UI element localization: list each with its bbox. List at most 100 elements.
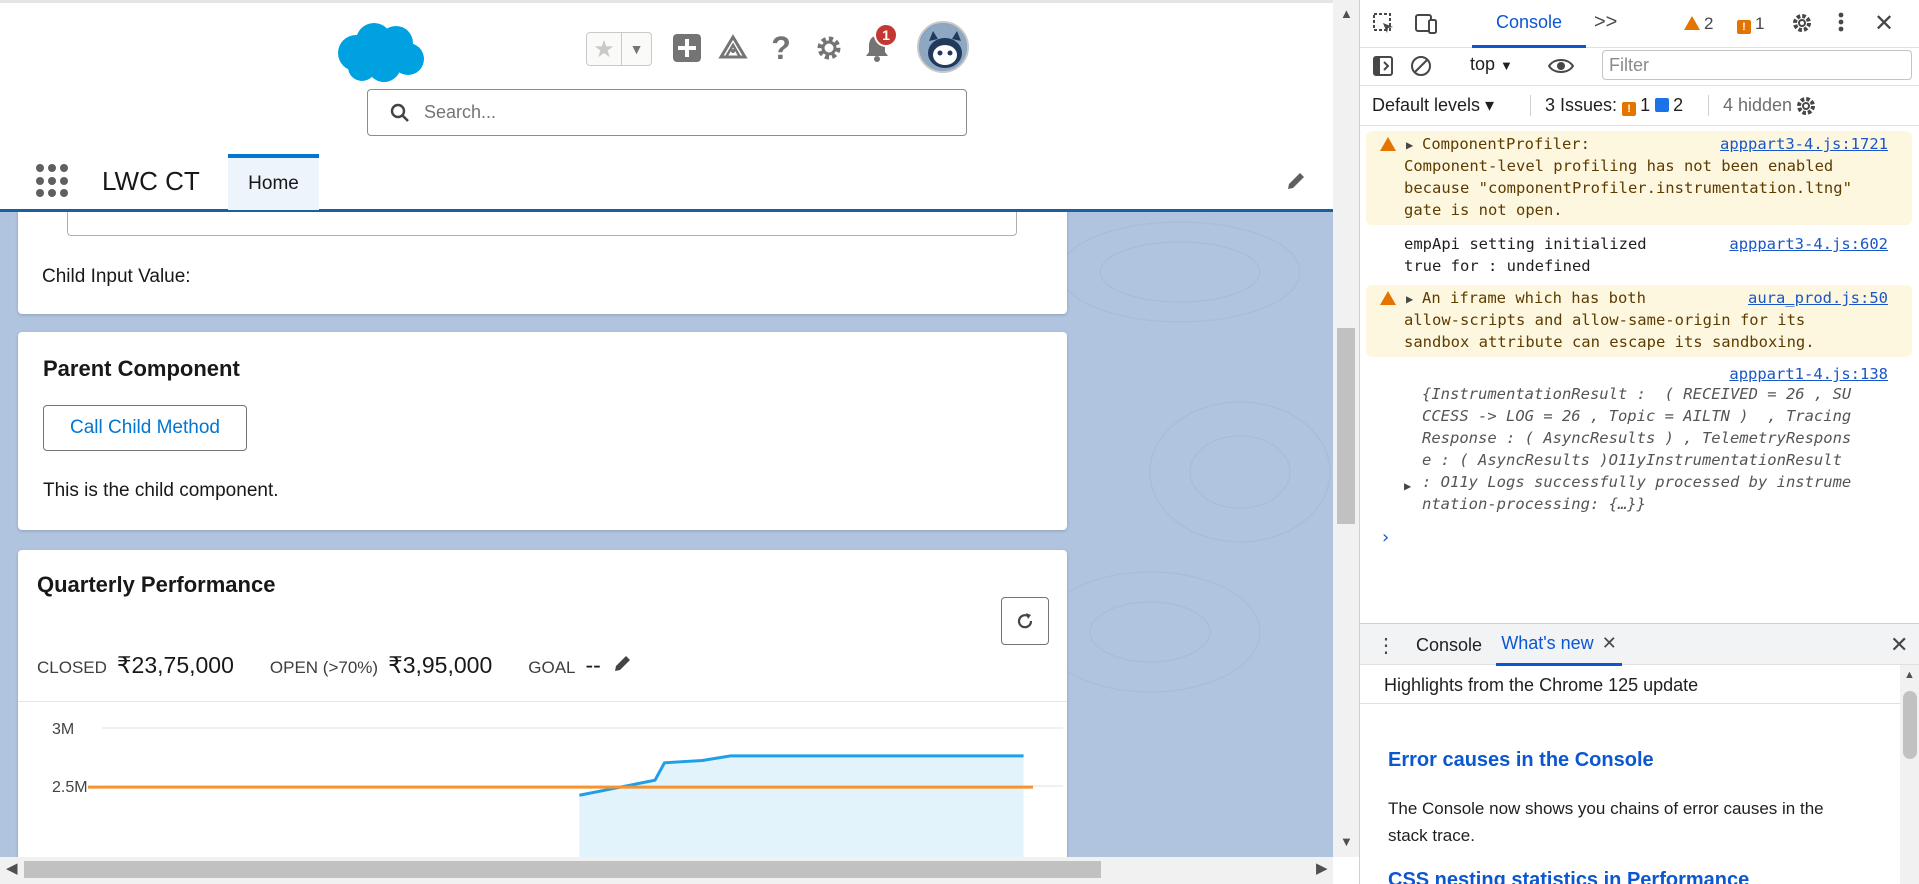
tab-home[interactable]: Home	[228, 154, 319, 210]
console-levels-bar: Default levels ▾ 3 Issues: ! 1 2 4 hidden	[1360, 86, 1919, 126]
user-avatar[interactable]	[917, 21, 969, 73]
parent-component-title: Parent Component	[43, 356, 240, 381]
favorites-control[interactable]: ★ ▼	[586, 32, 652, 66]
edit-nav-pencil-icon[interactable]	[1285, 170, 1307, 198]
vertical-scrollbar[interactable]: ▲ ▼	[1333, 0, 1359, 857]
console-message-log[interactable]: empApi setting initialized true for : un…	[1366, 231, 1912, 279]
global-search-input[interactable]: Search...	[367, 89, 967, 136]
console-source-link[interactable]: apppart3-4.js:1721	[1720, 133, 1888, 155]
warning-icon	[1380, 291, 1396, 305]
child-component-text: This is the child component.	[43, 480, 279, 501]
scroll-up-arrow-icon[interactable]: ▲	[1904, 669, 1915, 681]
expand-caret-icon[interactable]: ▶	[1404, 475, 1411, 497]
issue-count[interactable]: ! 1	[1737, 14, 1764, 34]
trailhead-icon[interactable]	[716, 31, 750, 65]
salesforce-logo[interactable]	[334, 19, 426, 85]
console-message-warning[interactable]: ▶ An iframe which has both allow-scripts…	[1366, 285, 1912, 357]
search-placeholder: Search...	[424, 102, 497, 122]
whats-new-heading-link[interactable]: Error causes in the Console	[1388, 749, 1654, 772]
devtools-tab-console[interactable]: Console	[1472, 0, 1586, 48]
warning-count[interactable]: 2	[1684, 14, 1713, 34]
child-input-field[interactable]	[67, 212, 1017, 236]
horizontal-scroll-thumb[interactable]	[24, 861, 1101, 878]
quarterly-performance-card: Quarterly Performance CLOSED ₹23,75,000 …	[18, 550, 1067, 857]
child-input-card: Child Input Value:	[18, 212, 1067, 314]
call-child-method-button[interactable]: Call Child Method	[43, 405, 247, 451]
warning-icon	[1380, 137, 1396, 151]
close-drawer-icon[interactable]: ✕	[1890, 632, 1908, 658]
performance-metrics: CLOSED ₹23,75,000 OPEN (>70%) ₹3,95,000 …	[37, 652, 633, 682]
child-input-value-label: Child Input Value:	[42, 266, 191, 287]
scroll-left-arrow-icon[interactable]: ◀	[6, 859, 18, 877]
page-body: Child Input Value: Parent Component Call…	[0, 212, 1333, 857]
console-prompt-icon[interactable]: ›	[1380, 527, 1391, 548]
parent-component-card: Parent Component Call Child Method This …	[18, 332, 1067, 530]
issues-summary[interactable]: 3 Issues: ! 1 2	[1530, 95, 1683, 116]
console-message-text: {InstrumentationResult : ( RECEIVED = 26…	[1422, 385, 1852, 513]
scroll-down-arrow-icon[interactable]: ▼	[1340, 834, 1353, 849]
context-selector[interactable]: top ▼	[1470, 54, 1513, 75]
closed-value: ₹23,75,000	[116, 652, 234, 678]
device-toolbar-icon[interactable]	[1414, 12, 1438, 42]
open-value: ₹3,95,000	[388, 652, 493, 678]
chart-y-tick-label: 3M	[52, 721, 74, 738]
goal-value: --	[585, 652, 601, 678]
app-launcher-icon[interactable]	[36, 164, 70, 198]
app-navigation-bar: LWC CT Home	[0, 150, 1333, 212]
scroll-up-arrow-icon[interactable]: ▲	[1340, 6, 1353, 21]
console-messages: ▶ ComponentProfiler: Component-level pro…	[1360, 127, 1919, 623]
sidebar-toggle-icon[interactable]	[1372, 55, 1394, 83]
drawer-tab-whats-new[interactable]: What's new ✕	[1496, 624, 1622, 666]
console-message-warning[interactable]: ▶ ComponentProfiler: Component-level pro…	[1366, 131, 1912, 225]
star-icon[interactable]: ★	[587, 33, 621, 65]
vertical-scroll-thumb[interactable]	[1337, 328, 1355, 524]
console-message-object[interactable]: apppart1-4.js:138 ▶ {InstrumentationResu…	[1366, 363, 1912, 517]
devtools-panel: Console >> 2 ! 1 ✕ top ▼ Filter Default …	[1359, 0, 1919, 884]
clear-console-icon[interactable]	[1410, 55, 1432, 83]
goal-label: GOAL	[528, 658, 576, 677]
closed-label: CLOSED	[37, 658, 107, 677]
console-source-link[interactable]: apppart3-4.js:602	[1729, 233, 1888, 255]
scroll-right-arrow-icon[interactable]: ▶	[1316, 859, 1328, 877]
refresh-icon	[1017, 613, 1033, 629]
close-devtools-icon[interactable]: ✕	[1874, 9, 1894, 38]
default-levels-dropdown[interactable]: Default levels ▾	[1372, 95, 1494, 116]
close-tab-icon[interactable]: ✕	[1602, 633, 1617, 654]
chart-y-tick-label: 2.5M	[52, 779, 88, 796]
console-filter-input[interactable]: Filter	[1602, 50, 1912, 80]
whats-new-scrollbar[interactable]: ▲	[1900, 665, 1919, 884]
warning-icon	[1684, 16, 1700, 30]
open-label: OPEN (>70%)	[269, 658, 379, 677]
hidden-messages-count: 4 hidden	[1708, 95, 1792, 116]
more-tabs-chevron-icon[interactable]: >>	[1594, 11, 1617, 34]
customize-menu-icon[interactable]	[1836, 10, 1846, 40]
global-header: ★ ▼ ? 1 Search...	[0, 0, 1333, 150]
refresh-button[interactable]	[1001, 597, 1049, 645]
whats-new-paragraph: The Console now shows you chains of erro…	[1388, 799, 1824, 845]
favorites-dropdown-icon[interactable]: ▼	[621, 33, 651, 65]
inspect-element-icon[interactable]	[1372, 12, 1396, 42]
console-source-link[interactable]: aura_prod.js:50	[1748, 287, 1888, 309]
whats-new-scroll-thumb[interactable]	[1903, 691, 1917, 759]
drawer-menu-icon[interactable]: ⋮	[1376, 633, 1396, 658]
quarterly-performance-chart: 3M 2.5M	[52, 721, 1063, 857]
notification-count-badge: 1	[874, 23, 898, 47]
global-actions-icon[interactable]	[670, 31, 704, 65]
console-source-link[interactable]: apppart1-4.js:138	[1729, 363, 1888, 385]
drawer-tab-bar: ⋮ Console What's new ✕ ✕	[1360, 623, 1919, 666]
console-settings-gear-icon[interactable]	[1794, 94, 1818, 124]
whats-new-highlights: Highlights from the Chrome 125 update	[1384, 675, 1699, 695]
chart-area-fill	[579, 755, 1024, 857]
whats-new-heading-link[interactable]: CSS nesting statistics in Performance	[1388, 869, 1749, 884]
horizontal-scrollbar[interactable]: ◀ ▶	[0, 857, 1333, 884]
issue-info-icon	[1655, 98, 1670, 112]
settings-gear-icon[interactable]	[1790, 11, 1814, 41]
whats-new-divider	[1360, 703, 1900, 704]
salesforce-app: ★ ▼ ? 1 Search... LWC CT Home Child Inpu…	[0, 0, 1333, 884]
drawer-tab-console[interactable]: Console	[1416, 635, 1482, 656]
search-icon	[390, 103, 409, 122]
help-icon[interactable]: ?	[764, 30, 798, 66]
edit-goal-pencil-icon[interactable]	[613, 653, 633, 679]
setup-gear-icon[interactable]	[812, 31, 846, 65]
live-expression-eye-icon[interactable]	[1547, 55, 1575, 83]
